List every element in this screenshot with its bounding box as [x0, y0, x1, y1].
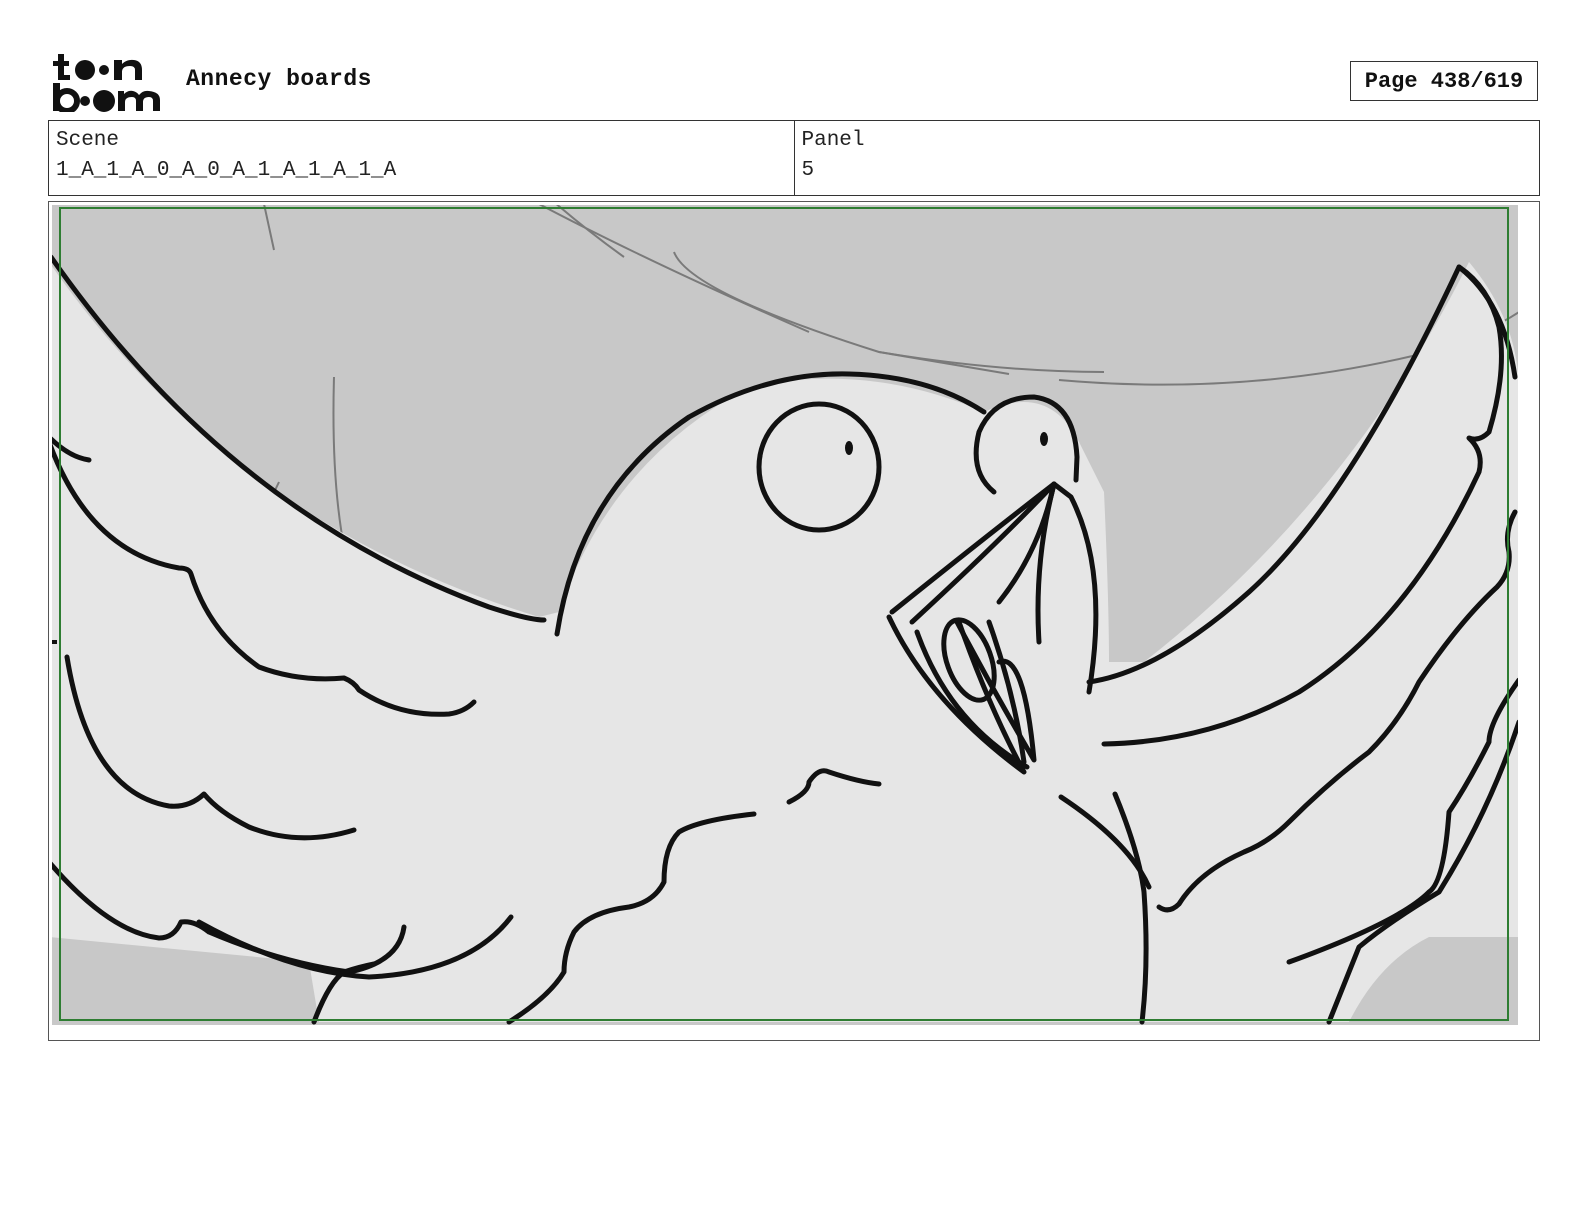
scene-label: Scene	[56, 129, 120, 152]
scene-cell: Scene 1_A_1_A_0_A_0_A_1_A_1_A_1_A	[49, 121, 794, 195]
panel-value: 5	[801, 159, 815, 182]
info-table: Scene 1_A_1_A_0_A_0_A_1_A_1_A_1_A Panel …	[48, 120, 1540, 196]
page-indicator: Page 438/619	[1350, 61, 1538, 101]
scene-value: 1_A_1_A_0_A_0_A_1_A_1_A_1_A	[56, 159, 397, 182]
project-title: Annecy boards	[186, 66, 372, 92]
storyboard-sketch-icon	[52, 205, 1518, 1025]
panel-frame	[48, 201, 1540, 1041]
toon-boom-logo-icon	[52, 52, 164, 114]
panel-label: Panel	[801, 129, 865, 152]
page-label: Page 438/619	[1364, 68, 1524, 94]
panel-cell: Panel 5	[793, 121, 1540, 195]
